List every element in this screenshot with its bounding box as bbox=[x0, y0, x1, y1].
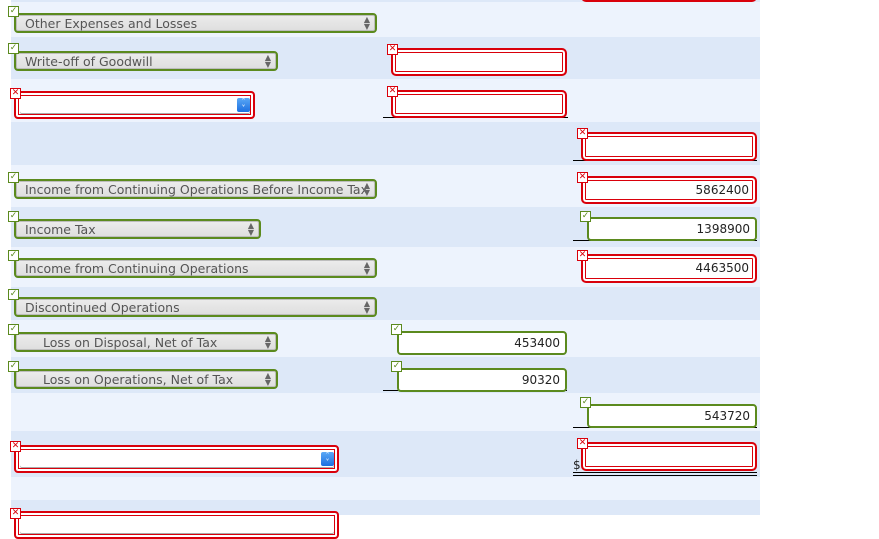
account-select-income-tax[interactable]: Income Tax ▲ ▼ bbox=[14, 219, 261, 239]
account-select-blank-1[interactable]: ˄ ˅ bbox=[14, 91, 255, 119]
account-select-loss-disposal[interactable]: Loss on Disposal, Net of Tax ▲ ▼ bbox=[14, 332, 278, 352]
amount-input-income-continuing[interactable]: 4463500 bbox=[581, 254, 757, 283]
select-value: Write-off of Goodwill bbox=[25, 54, 153, 69]
check-icon: ✓ bbox=[8, 289, 19, 300]
check-icon: ✓ bbox=[8, 250, 19, 261]
select-value: Loss on Disposal, Net of Tax bbox=[43, 335, 218, 350]
select-value: Income from Continuing Operations bbox=[25, 261, 249, 276]
account-select-blank-2[interactable]: ˄ ˅ bbox=[14, 445, 339, 473]
account-select-discontinued[interactable]: Discontinued Operations ▲ ▼ bbox=[14, 297, 377, 317]
select-value: Other Expenses and Losses bbox=[25, 16, 198, 31]
check-icon: ✓ bbox=[8, 211, 19, 222]
double-underline-bottom bbox=[573, 475, 757, 476]
select-arrows-icon: ▲ ▼ bbox=[264, 371, 271, 387]
x-icon: ✕ bbox=[387, 86, 398, 97]
currency-symbol: $ bbox=[573, 458, 581, 472]
account-select-blank-3[interactable] bbox=[14, 511, 339, 539]
account-select-income-continuing[interactable]: Income from Continuing Operations ▲ ▼ bbox=[14, 258, 377, 278]
select-arrows-icon: ▲ ▼ bbox=[264, 53, 271, 69]
check-icon: ✓ bbox=[391, 324, 402, 335]
account-select-goodwill[interactable]: Write-off of Goodwill ▲ ▼ bbox=[14, 51, 278, 71]
x-icon: ✕ bbox=[577, 172, 588, 183]
check-icon: ✓ bbox=[8, 172, 19, 183]
x-icon: ✕ bbox=[577, 128, 588, 139]
check-icon: ✓ bbox=[391, 361, 402, 372]
select-arrows-icon: ▲ ▼ bbox=[264, 334, 271, 350]
amount-input-loss-disposal[interactable]: 453400 bbox=[397, 331, 567, 355]
select-value: Discontinued Operations bbox=[25, 300, 180, 315]
check-icon: ✓ bbox=[580, 211, 591, 222]
amount-input-partial[interactable] bbox=[581, 0, 757, 2]
amount-input-discontinued-total[interactable]: 543720 bbox=[587, 404, 757, 428]
double-underline-top bbox=[573, 472, 757, 473]
account-select-income-before-tax[interactable]: Income from Continuing Operations Before… bbox=[14, 179, 377, 199]
x-icon: ✕ bbox=[10, 508, 21, 519]
row-bg bbox=[11, 477, 760, 500]
select-value: Income from Continuing Operations Before… bbox=[25, 182, 368, 197]
check-icon: ✓ bbox=[8, 361, 19, 372]
x-icon: ✕ bbox=[10, 441, 21, 452]
select-value: Loss on Operations, Net of Tax bbox=[43, 372, 234, 387]
amount-input-net-income[interactable] bbox=[581, 442, 757, 471]
amount-input-loss-operations[interactable]: 90320 bbox=[397, 368, 567, 392]
x-icon: ✕ bbox=[387, 44, 398, 55]
x-icon: ✕ bbox=[577, 438, 588, 449]
select-arrows-icon: ▲ ▼ bbox=[363, 260, 370, 276]
account-select-other-expenses[interactable]: Other Expenses and Losses ▲ ▼ bbox=[14, 13, 377, 33]
select-arrows-icon: ▲ ▼ bbox=[363, 299, 370, 315]
check-icon: ✓ bbox=[8, 43, 19, 54]
amount-input-subtotal-1[interactable] bbox=[581, 132, 757, 161]
select-arrows-icon: ▲ ▼ bbox=[363, 181, 370, 197]
check-icon: ✓ bbox=[580, 397, 591, 408]
check-icon: ✓ bbox=[8, 6, 19, 17]
select-arrows-icon: ▲ ▼ bbox=[363, 15, 370, 31]
amount-input-blank-1[interactable] bbox=[391, 90, 567, 118]
select-arrows-icon: ▲ ▼ bbox=[247, 221, 254, 237]
x-icon: ✕ bbox=[10, 88, 21, 99]
x-icon: ✕ bbox=[577, 250, 588, 261]
check-icon: ✓ bbox=[8, 324, 19, 335]
amount-input-income-before-tax[interactable]: 5862400 bbox=[581, 176, 757, 204]
account-select-loss-operations[interactable]: Loss on Operations, Net of Tax ▲ ▼ bbox=[14, 369, 278, 389]
amount-input-goodwill[interactable] bbox=[391, 48, 567, 76]
select-value: Income Tax bbox=[25, 222, 96, 237]
select-arrows-icon: ˄ ˅ bbox=[237, 98, 250, 113]
select-arrows-icon: ˄ ˅ bbox=[321, 452, 334, 467]
amount-input-income-tax[interactable]: 1398900 bbox=[587, 217, 757, 241]
